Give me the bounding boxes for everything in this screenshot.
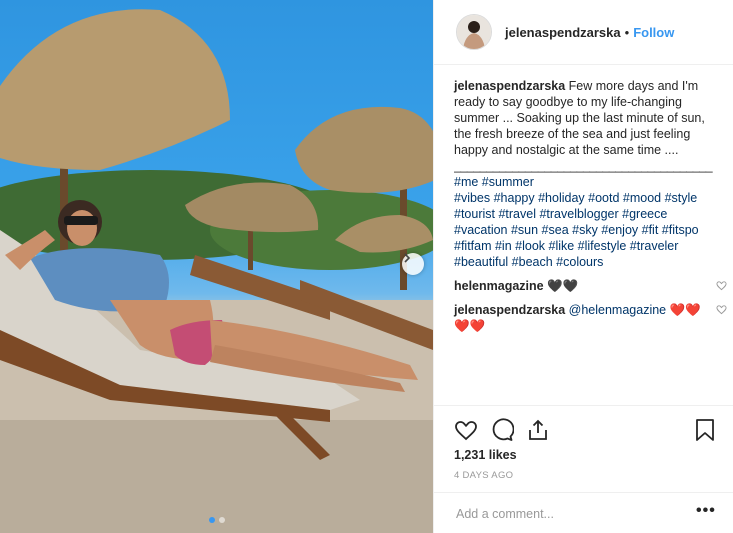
carousel-indicator <box>209 517 225 523</box>
comment-item: jelenaspendzarska @helenmagazine ❤️❤️ ❤️… <box>454 302 727 334</box>
caption-text-line: happy and nostalgic at the same time ...… <box>454 143 679 157</box>
caption: jelenaspendzarska Few more days and I'm … <box>454 78 719 270</box>
comment-username[interactable]: helenmagazine <box>454 279 544 293</box>
caption-text-line: Few more days and I'm <box>568 79 699 93</box>
comments-section: jelenaspendzarska Few more days and I'm … <box>454 78 727 334</box>
caption-text-line: ready to say goodbye to my life-changing <box>454 95 682 109</box>
header-username[interactable]: jelenaspendzarska <box>505 25 621 40</box>
post-timestamp[interactable]: 4 DAYS AGO <box>454 470 513 481</box>
avatar-image <box>457 15 491 49</box>
comment-hearts: ❤️❤️ <box>454 319 486 333</box>
bookmark-icon[interactable] <box>694 418 716 442</box>
comment-item: helenmagazine 🖤🖤 <box>454 278 727 294</box>
comment-mention[interactable]: @helenmagazine <box>569 303 666 317</box>
beach-scene-illustration <box>0 9 433 533</box>
caption-username[interactable]: jelenaspendzarska <box>454 79 565 93</box>
carousel-next-button[interactable] <box>402 253 424 275</box>
comment-like-heart-icon[interactable] <box>716 280 727 291</box>
hashtag-line[interactable]: #tourist #travel #travelblogger #greece <box>454 206 719 222</box>
carousel-dot <box>219 517 225 523</box>
instagram-post: jelenaspendzarska • Follow jelenaspendza… <box>0 0 733 533</box>
comment-icon[interactable] <box>490 418 514 442</box>
more-options-button[interactable]: ••• <box>696 502 716 520</box>
comment-text: 🖤🖤 <box>547 279 579 293</box>
post-header: jelenaspendzarska • Follow <box>434 0 733 65</box>
comment-hearts: ❤️❤️ <box>669 303 701 317</box>
comment-username[interactable]: jelenaspendzarska <box>454 303 565 317</box>
caption-text-line: the fresh breeze of the sea and just fee… <box>454 127 691 141</box>
post-photo[interactable] <box>0 0 433 533</box>
avatar[interactable] <box>456 14 492 50</box>
comment-input[interactable] <box>454 503 688 525</box>
hashtag-line[interactable]: #vibes #happy #holiday #ootd #mood #styl… <box>454 190 719 206</box>
caption-divider-line: ________________________________________ <box>454 159 713 173</box>
post-side-panel: jelenaspendzarska • Follow jelenaspendza… <box>433 0 733 533</box>
add-comment-bar: ••• <box>434 492 733 533</box>
share-icon[interactable] <box>526 418 550 442</box>
chevron-right-icon <box>404 253 411 263</box>
caption-text-line: summer ... Soaking up the last minute of… <box>454 111 705 125</box>
hashtag-line[interactable]: #me #summer <box>454 174 719 190</box>
hashtag-line[interactable]: #vacation #sun #sea #sky #enjoy #fit #fi… <box>454 222 719 238</box>
comment-like-heart-icon[interactable] <box>716 304 727 315</box>
hashtag-line[interactable]: #beautiful #beach #colours <box>454 254 719 270</box>
header-separator: • <box>624 24 630 40</box>
heart-icon[interactable] <box>454 418 478 442</box>
carousel-dot-active <box>209 517 215 523</box>
like-count[interactable]: 1,231 likes <box>454 448 517 462</box>
hashtag-line[interactable]: #fitfam #in #look #like #lifestyle #trav… <box>454 238 719 254</box>
follow-button[interactable]: Follow <box>633 25 674 40</box>
